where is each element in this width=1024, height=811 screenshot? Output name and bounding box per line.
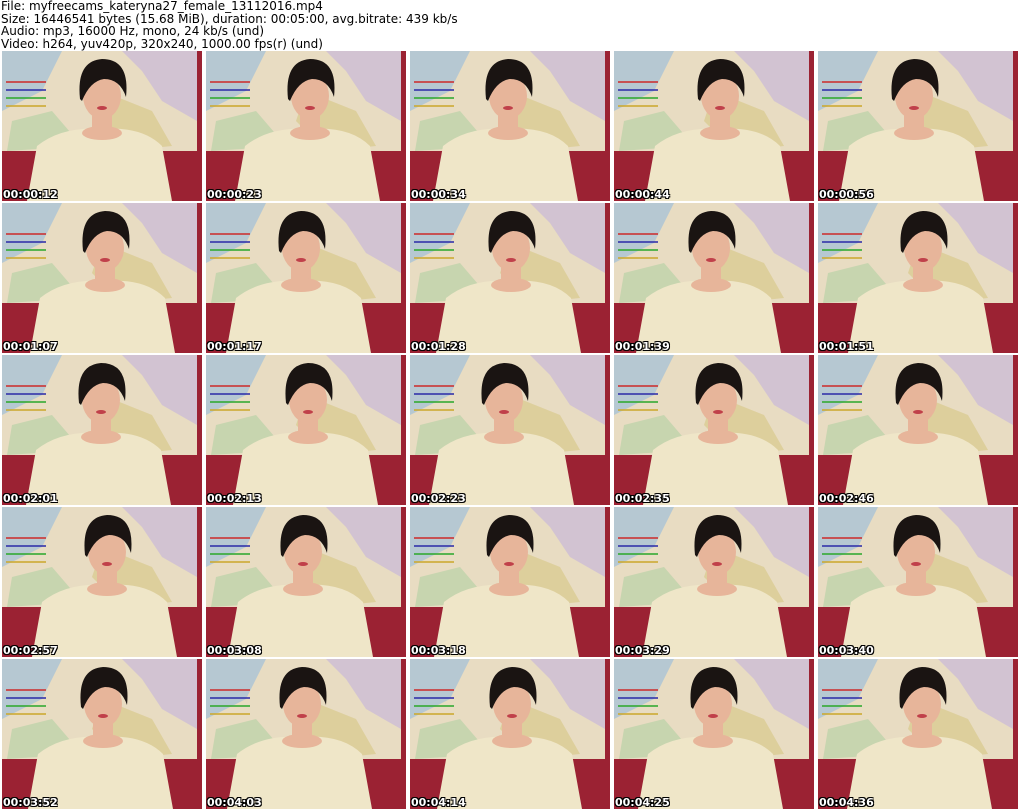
frame-image	[410, 203, 610, 353]
video-frame-thumbnail: 00:02:46	[818, 355, 1018, 505]
frame-timestamp: 00:01:07	[3, 340, 58, 353]
frame-timestamp: 00:00:23	[207, 188, 262, 201]
file-info-header: File: myfreecams_kateryna27_female_13112…	[1, 0, 1021, 50]
frame-image	[206, 659, 406, 809]
frame-timestamp: 00:04:03	[207, 796, 262, 809]
video-frame-thumbnail: 00:04:25	[614, 659, 814, 809]
frame-image	[2, 355, 202, 505]
frame-timestamp: 00:00:44	[615, 188, 670, 201]
frame-timestamp: 00:00:34	[411, 188, 466, 201]
video-frame-thumbnail: 00:03:52	[2, 659, 202, 809]
video-frame-thumbnail: 00:01:28	[410, 203, 610, 353]
frame-image	[614, 355, 814, 505]
video-frame-thumbnail: 00:01:07	[2, 203, 202, 353]
frame-image	[410, 659, 610, 809]
frame-timestamp: 00:02:13	[207, 492, 262, 505]
frame-image	[410, 355, 610, 505]
frame-timestamp: 00:01:17	[207, 340, 262, 353]
video-frame-thumbnail: 00:01:51	[818, 203, 1018, 353]
frame-timestamp: 00:01:28	[411, 340, 466, 353]
frame-timestamp: 00:03:52	[3, 796, 58, 809]
video-frame-thumbnail: 00:04:36	[818, 659, 1018, 809]
video-frame-thumbnail: 00:01:17	[206, 203, 406, 353]
frame-image	[818, 203, 1018, 353]
frame-image	[410, 507, 610, 657]
frame-image	[2, 507, 202, 657]
frame-image	[818, 51, 1018, 201]
thumbnail-grid: 00:00:12 00:00:23 00:00:34 00:00:44 00:00:56…	[2, 51, 1022, 810]
frame-timestamp: 00:03:29	[615, 644, 670, 657]
frame-image	[2, 203, 202, 353]
video-frame-thumbnail: 00:02:23	[410, 355, 610, 505]
video-frame-thumbnail: 00:01:39	[614, 203, 814, 353]
video-frame-thumbnail: 00:04:03	[206, 659, 406, 809]
frame-image	[206, 203, 406, 353]
frame-image	[206, 507, 406, 657]
video-frame-thumbnail: 00:02:57	[2, 507, 202, 657]
video-frame-thumbnail: 00:03:29	[614, 507, 814, 657]
video-frame-thumbnail: 00:03:40	[818, 507, 1018, 657]
audio-info-line: Audio: mp3, 16000 Hz, mono, 24 kb/s (und…	[1, 24, 265, 38]
frame-image	[818, 355, 1018, 505]
frame-image	[614, 203, 814, 353]
video-frame-thumbnail: 00:00:12	[2, 51, 202, 201]
frame-image	[614, 659, 814, 809]
video-frame-thumbnail: 00:02:35	[614, 355, 814, 505]
frame-timestamp: 00:02:23	[411, 492, 466, 505]
frame-timestamp: 00:01:51	[819, 340, 874, 353]
frame-image	[614, 51, 814, 201]
frame-image	[2, 51, 202, 201]
video-info-line: Video: h264, yuv420p, 320x240, 1000.00 f…	[1, 36, 323, 51]
video-frame-thumbnail: 00:03:08	[206, 507, 406, 657]
frame-timestamp: 00:02:35	[615, 492, 670, 505]
video-frame-thumbnail: 00:00:44	[614, 51, 814, 201]
video-frame-thumbnail: 00:03:18	[410, 507, 610, 657]
frame-timestamp: 00:02:57	[3, 644, 58, 657]
frame-timestamp: 00:04:14	[411, 796, 466, 809]
file-name-line: File: myfreecams_kateryna27_female_13112…	[1, 0, 323, 13]
frame-timestamp: 00:01:39	[615, 340, 670, 353]
video-frame-thumbnail: 00:02:13	[206, 355, 406, 505]
frame-image	[818, 659, 1018, 809]
frame-timestamp: 00:04:25	[615, 796, 670, 809]
frame-timestamp: 00:00:12	[3, 188, 58, 201]
frame-image	[818, 507, 1018, 657]
video-frame-thumbnail: 00:04:14	[410, 659, 610, 809]
video-frame-thumbnail: 00:00:34	[410, 51, 610, 201]
frame-image	[410, 51, 610, 201]
frame-timestamp: 00:00:56	[819, 188, 874, 201]
video-frame-thumbnail: 00:00:23	[206, 51, 406, 201]
frame-image	[2, 659, 202, 809]
frame-timestamp: 00:04:36	[819, 796, 874, 809]
video-frame-thumbnail: 00:02:01	[2, 355, 202, 505]
frame-timestamp: 00:03:08	[207, 644, 262, 657]
frame-image	[206, 51, 406, 201]
frame-timestamp: 00:02:46	[819, 492, 874, 505]
video-frame-thumbnail: 00:00:56	[818, 51, 1018, 201]
frame-image	[614, 507, 814, 657]
frame-timestamp: 00:03:40	[819, 644, 874, 657]
frame-timestamp: 00:03:18	[411, 644, 466, 657]
frame-image	[206, 355, 406, 505]
frame-timestamp: 00:02:01	[3, 492, 58, 505]
